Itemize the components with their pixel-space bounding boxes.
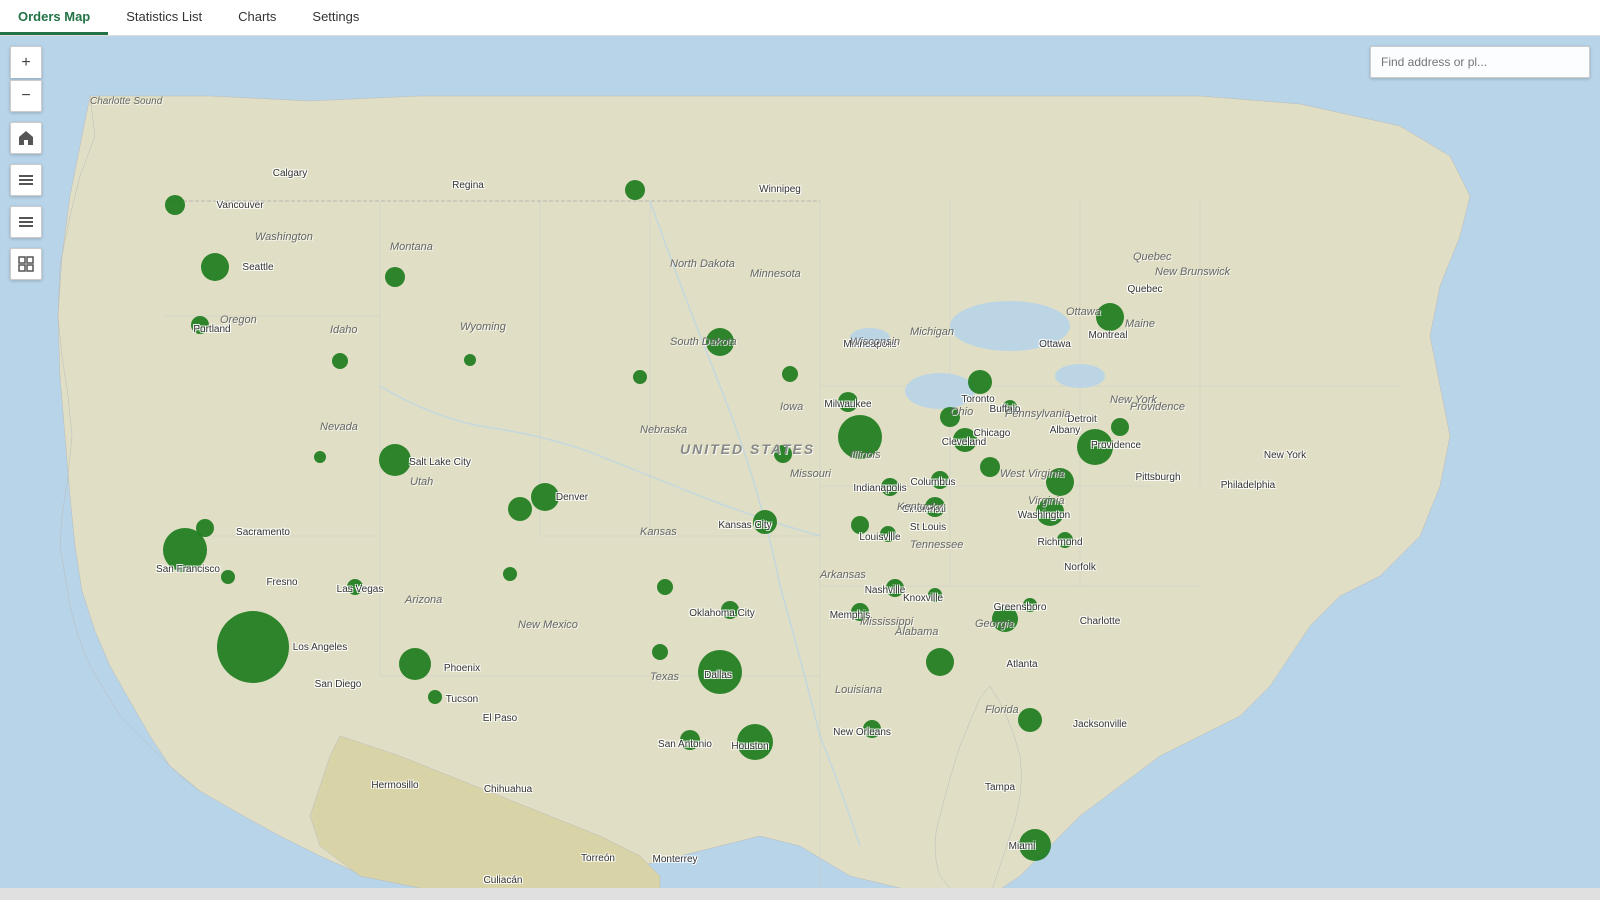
menu-button[interactable] (10, 206, 42, 238)
city-dot-las-vegas[interactable] (347, 579, 363, 595)
list-button[interactable] (10, 164, 42, 196)
city-dot-chicago[interactable] (838, 415, 882, 459)
city-dot-toronto[interactable] (968, 370, 992, 394)
city-dot-buffalo[interactable] (1003, 400, 1017, 414)
tab-charts[interactable]: Charts (220, 0, 294, 35)
city-dot-washington-dc[interactable] (1036, 498, 1064, 526)
city-dot-milwaukee[interactable] (838, 392, 858, 412)
city-dot-greensboro[interactable] (1023, 598, 1037, 612)
city-dot-dallas[interactable] (698, 650, 742, 694)
city-dot-kansas-small[interactable] (657, 579, 673, 595)
city-dot-iowa-city[interactable] (782, 366, 798, 382)
tab-orders-map[interactable]: Orders Map (0, 0, 108, 35)
city-dot-winnipeg[interactable] (625, 180, 645, 200)
city-dot-jacksonville[interactable] (1018, 708, 1042, 732)
city-dot-pittsburgh[interactable] (980, 457, 1000, 477)
city-dot-idaho-city[interactable] (332, 353, 348, 369)
map-background (0, 36, 1600, 900)
left-toolbar: + − (10, 46, 42, 280)
zoom-out-button[interactable]: − (10, 80, 42, 112)
zoom-in-button[interactable]: + (10, 46, 42, 78)
city-dot-texas-mid[interactable] (652, 644, 668, 660)
tab-settings[interactable]: Settings (294, 0, 377, 35)
city-dot-seattle[interactable] (201, 253, 229, 281)
city-dot-cleveland[interactable] (953, 428, 977, 452)
city-dot-montreal[interactable] (1096, 303, 1124, 331)
city-dot-houston[interactable] (737, 724, 773, 760)
city-dot-columbus[interactable] (931, 471, 949, 489)
city-dot-miami[interactable] (1019, 829, 1051, 861)
search-input[interactable] (1370, 46, 1590, 78)
city-dot-new-york[interactable] (1077, 429, 1113, 465)
city-dot-salt-lake-city[interactable] (379, 444, 411, 476)
city-dot-philadelphia[interactable] (1046, 468, 1074, 496)
city-dot-south-city[interactable] (503, 567, 517, 581)
city-dot-oklahoma-city[interactable] (721, 601, 739, 619)
city-dot-montana-city[interactable] (385, 267, 405, 287)
city-dot-fresno[interactable] (221, 570, 235, 584)
search-box (1370, 46, 1590, 78)
city-dot-memphis[interactable] (851, 603, 869, 621)
city-dot-atlanta[interactable] (926, 648, 954, 676)
city-dot-sacramento[interactable] (196, 519, 214, 537)
bottom-scrollbar[interactable] (0, 888, 1600, 900)
city-dot-los-angeles[interactable] (217, 611, 289, 683)
city-dot-nevada-city[interactable] (314, 451, 326, 463)
city-dot-new-orleans[interactable] (863, 720, 881, 738)
grid-button[interactable] (10, 248, 42, 280)
city-dot-knoxville[interactable] (928, 588, 942, 602)
city-dot-louisville[interactable] (880, 526, 896, 542)
city-dot-denver[interactable] (531, 483, 559, 511)
city-dot-charlotte[interactable] (992, 606, 1018, 632)
home-button[interactable] (10, 122, 42, 154)
city-dot-richmond[interactable] (1057, 532, 1073, 548)
city-dot-portland[interactable] (191, 316, 209, 334)
city-dot-phoenix[interactable] (399, 648, 431, 680)
city-dot-colorado-spring[interactable] (508, 497, 532, 521)
city-dot-detroit[interactable] (940, 407, 960, 427)
city-dot-st-louis[interactable] (851, 516, 869, 534)
map-area: + − VancouverCalgaryReginaWinnipegMontre… (0, 36, 1600, 900)
city-dot-tucson[interactable] (428, 690, 442, 704)
city-dot-wyoming-city[interactable] (464, 354, 476, 366)
city-dot-vancouver[interactable] (165, 195, 185, 215)
city-dot-kansas-city[interactable] (753, 510, 777, 534)
city-dot-nebraska-city[interactable] (633, 370, 647, 384)
city-dot-boston[interactable] (1111, 418, 1129, 436)
city-dot-midwest1[interactable] (774, 445, 792, 463)
city-dot-san-antonio[interactable] (680, 730, 700, 750)
city-dot-cincinnati[interactable] (925, 497, 945, 517)
city-dot-indianapolis[interactable] (881, 478, 899, 496)
city-dot-nashville[interactable] (886, 579, 904, 597)
tab-statistics-list[interactable]: Statistics List (108, 0, 220, 35)
city-dot-minneapolis[interactable] (706, 328, 734, 356)
top-navigation: Orders Map Statistics List Charts Settin… (0, 0, 1600, 36)
